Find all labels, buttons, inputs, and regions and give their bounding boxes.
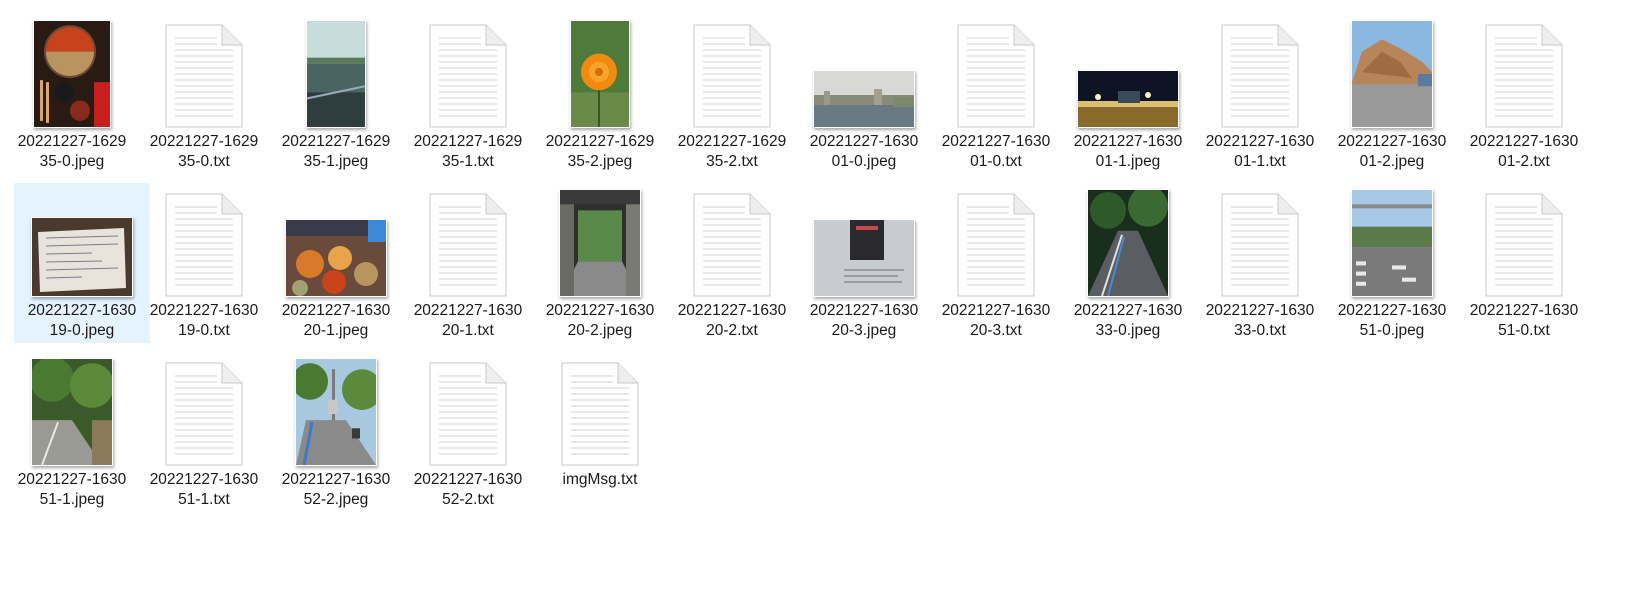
file-name: 20221227-1630 51-0.jpeg xyxy=(1337,302,1447,339)
text-document-icon xyxy=(561,362,639,466)
file-name: 20221227-1630 20-3.jpeg xyxy=(809,302,919,339)
file-item-txt[interactable]: 20221227-1629 35-0.txt xyxy=(136,14,272,174)
file-item-corridor-jpeg[interactable]: 20221227-1630 20-2.jpeg xyxy=(532,183,668,343)
file-item-hotpot-jpeg[interactable]: 20221227-1629 35-0.jpeg xyxy=(4,14,140,174)
harbor-photo-thumbnail xyxy=(813,70,915,128)
file-item-txt[interactable]: 20221227-1630 51-0.txt xyxy=(1456,183,1592,343)
hotpot-photo-thumbnail xyxy=(33,20,111,128)
file-name: 20221227-1630 01-0.txt xyxy=(941,133,1051,170)
text-document-icon xyxy=(1221,193,1299,297)
file-name: 20221227-1630 51-0.txt xyxy=(1469,302,1579,339)
text-document-icon xyxy=(429,193,507,297)
file-item-harbor-jpeg[interactable]: 20221227-1630 01-0.jpeg xyxy=(796,14,932,174)
file-item-screen-jpeg[interactable]: 20221227-1630 20-3.jpeg xyxy=(796,183,932,343)
file-item-txt[interactable]: 20221227-1630 20-3.txt xyxy=(928,183,1064,343)
file-item-waterfront-jpeg[interactable]: 20221227-1629 35-1.jpeg xyxy=(268,14,404,174)
text-document-icon xyxy=(1485,193,1563,297)
waterfront-photo-thumbnail xyxy=(306,20,366,128)
file-name: 20221227-1629 35-1.txt xyxy=(413,133,523,170)
file-name: 20221227-1629 35-2.txt xyxy=(677,133,787,170)
file-item-txt[interactable]: 20221227-1630 19-0.txt xyxy=(136,183,272,343)
file-item-txt[interactable]: 20221227-1630 52-2.txt xyxy=(400,352,536,512)
file-name: 20221227-1630 33-0.jpeg xyxy=(1073,302,1183,339)
tree-lined-path-photo-thumbnail xyxy=(31,358,113,466)
file-name: 20221227-1630 20-2.txt xyxy=(677,302,787,339)
file-name: 20221227-1630 20-2.jpeg xyxy=(545,302,655,339)
file-name: 20221227-1630 51-1.txt xyxy=(149,471,259,508)
file-name: 20221227-1630 01-0.jpeg xyxy=(809,133,919,170)
night-street-photo-thumbnail xyxy=(1077,70,1179,128)
receipt-photo-thumbnail xyxy=(31,217,133,297)
file-item-txt[interactable]: 20221227-1630 51-1.txt xyxy=(136,352,272,512)
file-item-txt[interactable]: 20221227-1630 20-2.txt xyxy=(664,183,800,343)
file-name: 20221227-1630 01-2.jpeg xyxy=(1337,133,1447,170)
file-name: 20221227-1629 35-2.jpeg xyxy=(545,133,655,170)
file-item-tree-path-jpeg[interactable]: 20221227-1630 51-1.jpeg xyxy=(4,352,140,512)
text-document-icon xyxy=(429,24,507,128)
file-item-imgmsg-txt[interactable]: imgMsg.txt xyxy=(532,352,668,512)
file-item-night-street-jpeg[interactable]: 20221227-1630 01-1.jpeg xyxy=(1060,14,1196,174)
file-name: 20221227-1630 20-1.txt xyxy=(413,302,523,339)
file-item-txt[interactable]: 20221227-1630 01-2.txt xyxy=(1456,14,1592,174)
text-document-icon xyxy=(693,24,771,128)
dinner-table-photo-thumbnail xyxy=(285,219,387,297)
sidewalk-photo-thumbnail xyxy=(295,358,377,466)
night-road-photo-thumbnail xyxy=(1087,189,1169,297)
text-document-icon xyxy=(1221,24,1299,128)
file-name: 20221227-1630 01-2.txt xyxy=(1469,133,1579,170)
file-item-txt[interactable]: 20221227-1630 20-1.txt xyxy=(400,183,536,343)
file-name: 20221227-1630 52-2.jpeg xyxy=(281,471,391,508)
file-item-txt[interactable]: 20221227-1630 33-0.txt xyxy=(1192,183,1328,343)
text-document-icon xyxy=(165,24,243,128)
text-document-icon xyxy=(957,24,1035,128)
file-item-txt[interactable]: 20221227-1630 01-1.txt xyxy=(1192,14,1328,174)
file-item-crosswalk-jpeg[interactable]: 20221227-1630 51-0.jpeg xyxy=(1324,183,1460,343)
file-name: 20221227-1630 20-3.txt xyxy=(941,302,1051,339)
orange-flower-photo-thumbnail xyxy=(570,20,630,128)
text-document-icon xyxy=(957,193,1035,297)
file-name: 20221227-1629 35-0.txt xyxy=(149,133,259,170)
file-name: 20221227-1630 01-1.jpeg xyxy=(1073,133,1183,170)
file-item-night-road-jpeg[interactable]: 20221227-1630 33-0.jpeg xyxy=(1060,183,1196,343)
file-item-sidewalk-jpeg[interactable]: 20221227-1630 52-2.jpeg xyxy=(268,352,404,512)
file-name: 20221227-1630 52-2.txt xyxy=(413,471,523,508)
file-name: 20221227-1630 20-1.jpeg xyxy=(281,302,391,339)
file-grid: 20221227-1629 35-0.jpeg 20221227-1629 35-0… xyxy=(0,0,1650,602)
text-document-icon xyxy=(165,193,243,297)
file-name: 20221227-1630 33-0.txt xyxy=(1205,302,1315,339)
file-item-txt[interactable]: 20221227-1630 01-0.txt xyxy=(928,14,1064,174)
text-document-icon xyxy=(429,362,507,466)
file-name: 20221227-1629 35-1.jpeg xyxy=(281,133,391,170)
file-name: 20221227-1630 19-0.txt xyxy=(149,302,259,339)
file-item-txt[interactable]: 20221227-1629 35-2.txt xyxy=(664,14,800,174)
file-name: imgMsg.txt xyxy=(562,471,638,488)
text-document-icon xyxy=(1485,24,1563,128)
file-name: 20221227-1630 51-1.jpeg xyxy=(17,471,127,508)
file-item-txt[interactable]: 20221227-1629 35-1.txt xyxy=(400,14,536,174)
file-name: 20221227-1629 35-0.jpeg xyxy=(17,133,127,170)
file-item-flower-jpeg[interactable]: 20221227-1629 35-2.jpeg xyxy=(532,14,668,174)
screen-photo-thumbnail xyxy=(813,219,915,297)
file-item-receipt-jpeg-selected[interactable]: 20221227-1630 19-0.jpeg xyxy=(14,183,150,343)
crosswalk-photo-thumbnail xyxy=(1351,189,1433,297)
file-name: 20221227-1630 01-1.txt xyxy=(1205,133,1315,170)
file-item-dinner-jpeg[interactable]: 20221227-1630 20-1.jpeg xyxy=(268,183,404,343)
cliff-photo-thumbnail xyxy=(1351,20,1433,128)
text-document-icon xyxy=(165,362,243,466)
text-document-icon xyxy=(693,193,771,297)
corridor-photo-thumbnail xyxy=(559,189,641,297)
file-name: 20221227-1630 19-0.jpeg xyxy=(27,302,137,339)
file-item-cliff-jpeg[interactable]: 20221227-1630 01-2.jpeg xyxy=(1324,14,1460,174)
